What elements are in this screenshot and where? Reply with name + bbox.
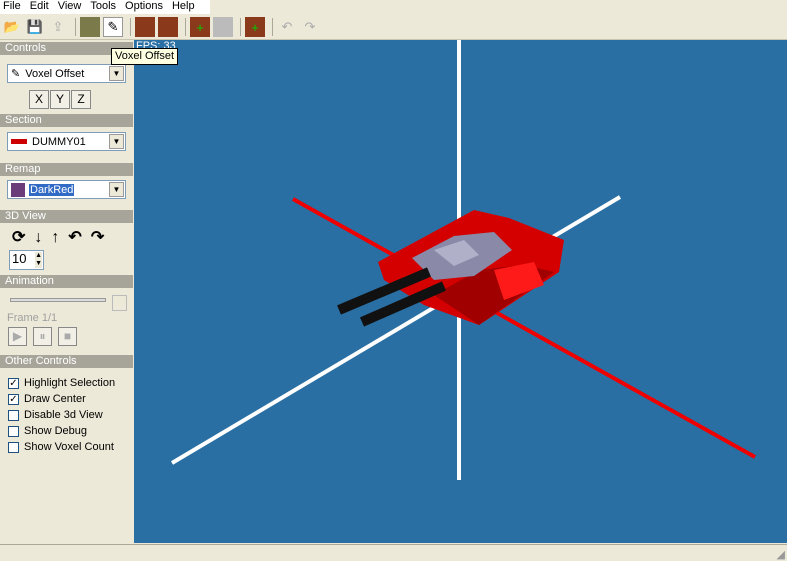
open-icon[interactable]: 📂 — [2, 17, 22, 37]
mode-select[interactable]: ✎ Voxel Offset ▼ — [7, 64, 126, 83]
undo-icon[interactable]: ↶ — [277, 17, 297, 37]
add-remap-icon[interactable]: + — [245, 17, 265, 37]
play-button[interactable]: ▶ — [8, 327, 27, 346]
frame-label: Frame 1/1 — [7, 312, 58, 324]
menu-file[interactable]: File — [0, 0, 27, 14]
menu-options[interactable]: Options — [122, 0, 169, 14]
checkbox-label: Draw Center — [24, 393, 86, 405]
3d-view-header: 3D View — [0, 210, 133, 223]
checkbox-label: Highlight Selection — [24, 377, 116, 389]
rotate-up-icon[interactable]: ↑ — [51, 229, 68, 246]
side-panel: Controls ✎ Voxel Offset ▼ X Y Z Section DU… — [0, 41, 133, 543]
checkbox-label: Show Voxel Count — [24, 441, 114, 453]
section-icon[interactable] — [135, 17, 155, 37]
frame-slider[interactable] — [10, 298, 106, 302]
section-select[interactable]: DUMMY01 ▼ — [7, 132, 126, 151]
checkbox-label: Show Debug — [24, 425, 87, 437]
voxel-offset-icon[interactable]: ✎ — [103, 17, 123, 37]
menu-tools[interactable]: Tools — [87, 0, 122, 14]
pause-button[interactable]: ⏸ — [33, 327, 52, 346]
menu-view[interactable]: View — [55, 0, 88, 14]
status-bar: ◢ — [0, 544, 787, 561]
section-alt-icon[interactable] — [158, 17, 178, 37]
menu-bar: File Edit View Tools Options Help — [0, 0, 210, 14]
remap-swatch — [11, 182, 25, 197]
other-controls-header: Other Controls — [0, 355, 133, 368]
menu-edit[interactable]: Edit — [27, 0, 55, 14]
add-section-icon[interactable]: + — [190, 17, 210, 37]
remap-select[interactable]: DarkRed ▼ — [7, 180, 126, 199]
redo-icon[interactable]: ↷ — [300, 17, 320, 37]
blank-icon[interactable] — [213, 17, 233, 37]
mode-value: Voxel Offset — [25, 67, 85, 80]
step-value: 10 — [12, 251, 27, 266]
axis-y-button[interactable]: Y — [50, 90, 70, 109]
resize-grip-icon[interactable]: ◢ — [777, 548, 785, 561]
menu-help[interactable]: Help — [169, 0, 201, 14]
chevron-down-icon[interactable]: ▼ — [109, 182, 124, 197]
chevron-down-icon[interactable]: ▼ — [109, 66, 124, 81]
rotate-reset-icon[interactable]: ⟳ — [12, 229, 34, 246]
rotate-down-icon[interactable]: ↓ — [34, 229, 51, 246]
section-value: DUMMY01 — [32, 135, 86, 148]
section-header: Section — [0, 114, 133, 127]
show-voxel-count-checkbox[interactable]: Show Voxel Count — [8, 440, 114, 454]
frame-scroll[interactable] — [112, 295, 127, 311]
rotate-left-icon[interactable]: ↶ — [68, 229, 90, 246]
animation-header: Animation — [0, 275, 133, 288]
step-spinner[interactable]: 10 ▲ ▼ — [9, 250, 44, 270]
show-debug-checkbox[interactable]: Show Debug — [8, 424, 87, 438]
toolbar: 📂 💾 ⇪ ✎ + + ↶ ↷ — [0, 15, 787, 40]
voxel-offset-icon: ✎ — [11, 68, 21, 80]
chevron-down-icon[interactable]: ▼ — [109, 134, 124, 149]
stop-button[interactable]: ■ — [58, 327, 77, 346]
axis-x-button[interactable]: X — [29, 90, 49, 109]
spin-arrows-icon[interactable]: ▲ ▼ — [35, 252, 42, 268]
remap-header: Remap — [0, 163, 133, 176]
save-icon[interactable]: 💾 — [25, 17, 45, 37]
tank-model — [337, 210, 564, 327]
3d-viewport[interactable]: FPS: 33 — [134, 40, 787, 543]
tank-icon[interactable] — [80, 17, 100, 37]
rotate-right-icon[interactable]: ↷ — [91, 229, 113, 246]
draw-center-checkbox[interactable]: ✓ Draw Center — [8, 392, 86, 406]
tooltip: Voxel Offset — [111, 48, 179, 65]
remap-value: DarkRed — [29, 183, 75, 196]
section-icon — [11, 139, 27, 144]
highlight-selection-checkbox[interactable]: ✓ Highlight Selection — [8, 376, 115, 390]
export-icon[interactable]: ⇪ — [48, 17, 68, 37]
axis-z-button[interactable]: Z — [71, 90, 91, 109]
disable-3d-view-checkbox[interactable]: Disable 3d View — [8, 408, 103, 422]
checkbox-label: Disable 3d View — [24, 409, 103, 421]
